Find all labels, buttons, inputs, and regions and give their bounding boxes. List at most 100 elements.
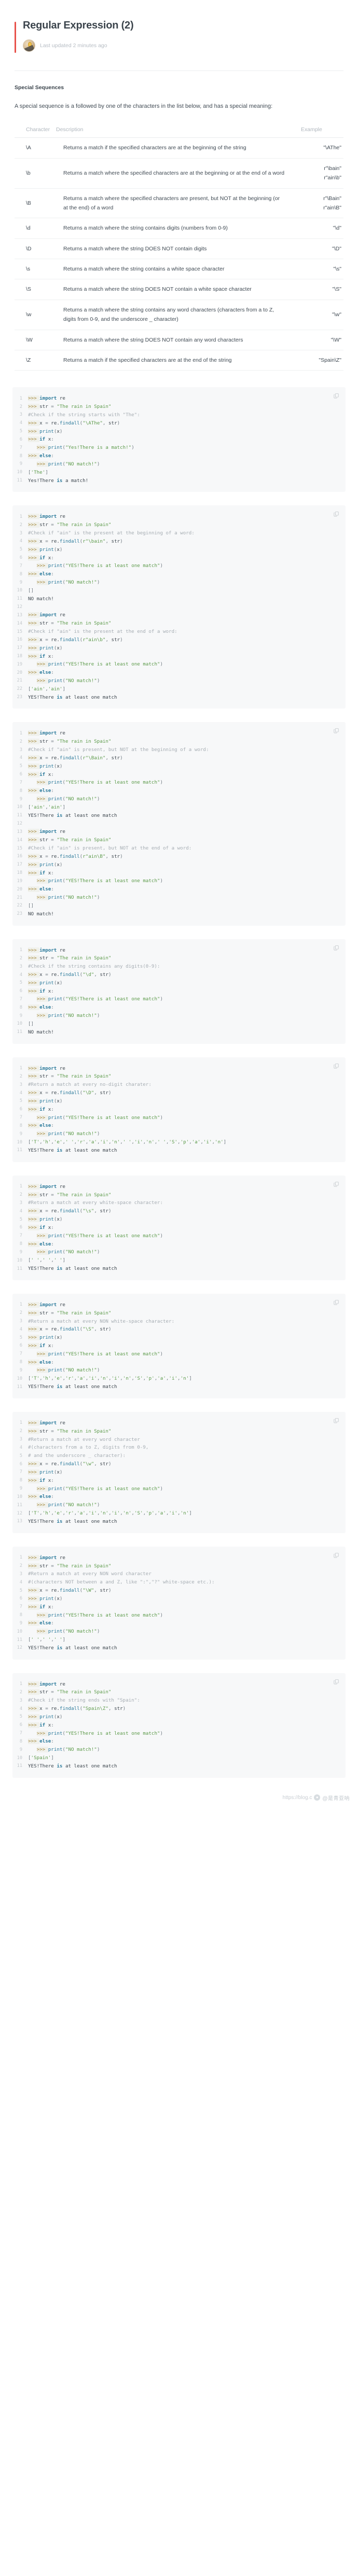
token-kw: is: [57, 1645, 63, 1651]
token-com: #Check if the string ends with "Spain":: [28, 1697, 140, 1704]
token-com: #Check if "ain" is the present at the en…: [28, 629, 177, 635]
code-block-backslash-B: 1 >>> import re 2 >>> str = "The rain in Sp…: [12, 722, 346, 926]
token-prompt: >>>: [36, 1249, 48, 1255]
copy-icon[interactable]: [334, 1063, 339, 1069]
line-number: 11: [17, 1384, 22, 1390]
token-prompt: >>>: [28, 620, 40, 627]
token-str: "NO match!": [65, 579, 97, 586]
copy-icon[interactable]: [334, 393, 339, 399]
token-punct: :: [51, 988, 54, 994]
line-number: 2: [19, 1428, 22, 1434]
code-text: >>> else:: [28, 570, 339, 578]
line-number: 10: [17, 1629, 22, 1634]
line-number: 7: [19, 780, 22, 785]
code-line: 7 >>> print("Yes!There is a match!"): [12, 444, 339, 452]
copy-icon[interactable]: [334, 1299, 339, 1305]
copy-icon[interactable]: [334, 728, 339, 733]
code-text: >>> import re: [28, 1065, 339, 1073]
copy-icon[interactable]: [334, 1181, 339, 1187]
copy-icon[interactable]: [334, 1679, 339, 1685]
token-prompt: >>>: [28, 1494, 40, 1500]
code-text: >>> print("YES!There is at least one mat…: [28, 1485, 339, 1493]
code-line: 4 >>> x = re.findall("\s", str): [12, 1207, 339, 1215]
line-number: 9: [19, 1249, 22, 1255]
code-block-backslash-d: 1 >>> import re 2 >>> str = "The rain in Sp…: [12, 939, 346, 1044]
token-com: #Return a match at every word character: [28, 1436, 140, 1442]
token-punct: =: [45, 538, 51, 544]
example-value: "Spain\Z": [319, 357, 341, 363]
code-text: >>> if x:: [28, 771, 339, 779]
token-punct: =: [45, 972, 51, 978]
code-block-backslash-W: 1 >>> import re 2 >>> str = "The rain in Sp…: [12, 1546, 346, 1660]
token-out: NO match!: [28, 596, 54, 602]
code-line: 6 >>> if x:: [12, 435, 339, 444]
token-str: 'n': [100, 1376, 109, 1382]
copy-icon[interactable]: [334, 945, 339, 951]
token-prompt: >>>: [28, 420, 40, 426]
token-kw: if: [39, 1342, 46, 1349]
code-line: 9 >>> print("NO match!"): [12, 795, 339, 803]
code-text: >>> x = re.findall("\s", str): [28, 1207, 339, 1215]
token-punct: =: [45, 1090, 51, 1096]
line-number: 3: [19, 1571, 22, 1577]
token-punct: ): [59, 980, 63, 986]
token-prompt: >>>: [28, 1301, 40, 1308]
watermark-url: https://blog.c: [282, 1794, 312, 1801]
token-kw: is: [57, 1384, 63, 1390]
token-plain: str: [39, 1428, 51, 1434]
code-block-backslash-s: 1 >>> import re 2 >>> str = "The rain in Sp…: [12, 1175, 346, 1280]
token-kw: else: [39, 1004, 51, 1011]
token-fn: print: [48, 563, 63, 569]
code-text: YES!There is at least one match: [28, 1383, 339, 1391]
example-value: "\AThe": [323, 145, 341, 151]
token-plain: x: [39, 636, 46, 643]
line-number: 6: [19, 555, 22, 561]
token-str: 'ain': [48, 686, 63, 692]
copy-icon[interactable]: [334, 511, 339, 517]
token-punct: ]: [62, 1637, 66, 1643]
code-text: >>> print(x): [28, 1468, 339, 1477]
line-number: 3: [19, 1082, 22, 1087]
code-text: >>> if x:: [28, 1106, 339, 1114]
token-str: "\W": [82, 1588, 94, 1594]
code-text: >>> print("YES!There is at least one mat…: [28, 1350, 339, 1358]
section-heading-special-sequences: Special Sequences: [15, 84, 64, 91]
token-str: "The rain in Spain": [57, 739, 112, 745]
line-number: 8: [19, 571, 22, 577]
token-fn: print: [48, 1351, 63, 1357]
code-line: 4 >>> x = re.findall(r"\bain", str): [12, 537, 339, 546]
copy-icon[interactable]: [334, 1418, 339, 1423]
line-number: 7: [19, 1351, 22, 1357]
copy-icon[interactable]: [334, 1552, 339, 1558]
token-prompt: >>>: [28, 1620, 40, 1626]
code-line: 19 >>> print("YES!There is at least one …: [12, 877, 339, 885]
token-prompt: >>>: [28, 555, 40, 561]
token-prompt: >>>: [28, 886, 40, 893]
code-line: 2 >>> str = "The rain in Spain": [12, 738, 339, 746]
token-com: #Check if the string starts with "The":: [28, 412, 140, 418]
token-out: at least one match: [62, 1147, 117, 1153]
token-kw: import: [39, 1681, 57, 1687]
line-number: 4: [19, 972, 22, 978]
code-text: >>> if x:: [28, 1721, 339, 1730]
line-number: 23: [17, 695, 22, 700]
code-text: >>> str = "The rain in Spain": [28, 1072, 339, 1081]
line-number: 5: [19, 763, 22, 769]
token-punct: ): [97, 1131, 100, 1137]
cell-description: Returns a match if the specified charact…: [54, 137, 299, 159]
line-number: 4: [19, 1445, 22, 1450]
token-str: "The rain in Spain": [57, 1563, 112, 1569]
token-fn: print: [39, 763, 54, 769]
token-plain: str: [100, 1090, 109, 1096]
token-fn: print: [39, 980, 54, 986]
code-block-backslash-A: 1 >>> import re 2 >>> str = "The rain in Sp…: [12, 387, 346, 492]
token-fn: print: [48, 1367, 63, 1374]
code-line: 9 >>> print("YES!There is at least one m…: [12, 1485, 339, 1493]
line-number: 18: [17, 654, 22, 659]
code-line: 6 >>> print(x): [12, 1595, 339, 1603]
cell-example: r"\bain" r"ain\b": [299, 158, 343, 189]
code-text: >>> if x:: [28, 869, 339, 877]
token-punct: ,: [94, 1588, 100, 1594]
token-punct: =: [45, 1326, 51, 1333]
